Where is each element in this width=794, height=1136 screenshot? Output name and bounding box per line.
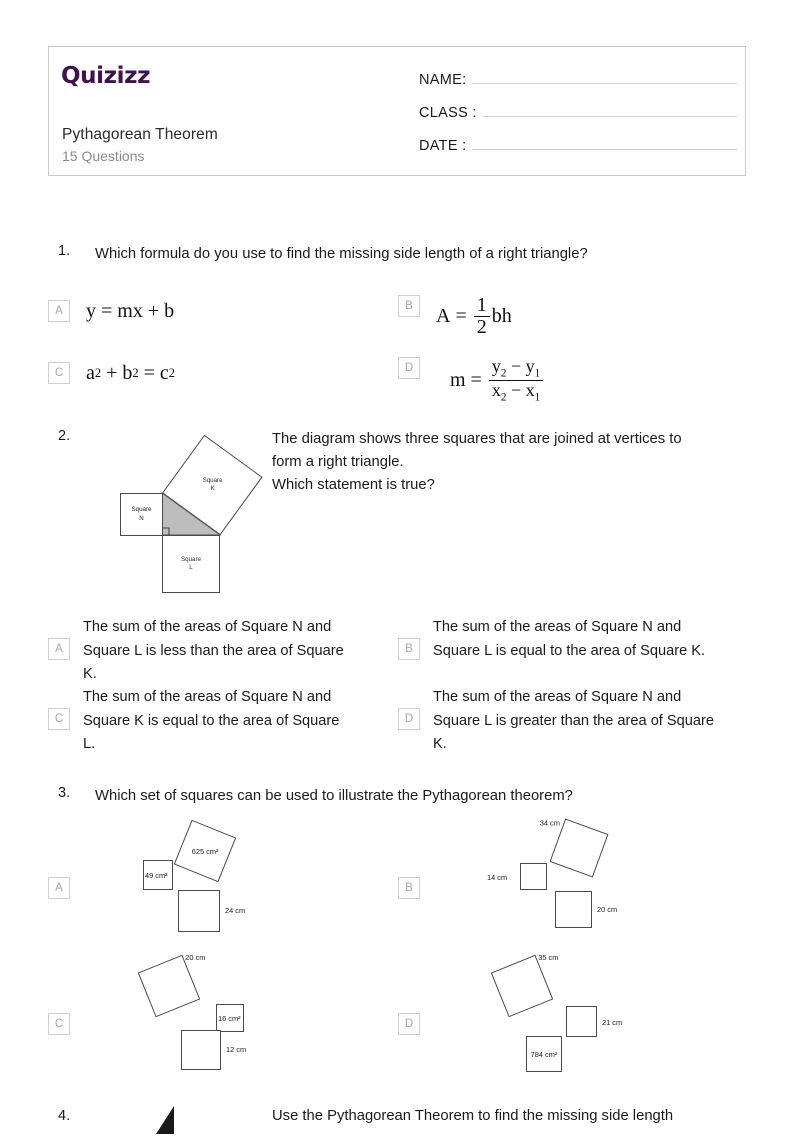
question-1-option-a[interactable]: A y = mx + b xyxy=(48,300,174,323)
name-field-label: NAME: xyxy=(419,72,467,88)
class-input[interactable] xyxy=(482,100,737,117)
option-b-small-square-label: 14 cm xyxy=(487,873,508,882)
option-letter-d: D xyxy=(398,1013,420,1035)
question-3-option-d[interactable]: D xyxy=(398,1013,420,1035)
class-field-label: CLASS : xyxy=(419,105,477,121)
option-b-bottom-square-label: 20 cm xyxy=(597,905,618,914)
question-2-number: 2. xyxy=(58,428,71,444)
question-4-prompt: Use the Pythagorean Theorem to find the … xyxy=(272,1108,674,1124)
option-c-text: The sum of the areas of Square N and Squ… xyxy=(83,689,340,752)
question-3-option-b[interactable]: B xyxy=(398,877,420,899)
quizizz-logo: Quizizz xyxy=(61,63,151,89)
question-3-option-a[interactable]: A xyxy=(48,877,70,899)
option-b-rotated-square: 34 cm xyxy=(540,818,609,878)
square-l-label: Square L xyxy=(181,555,201,571)
question-2-prompt: The diagram shows three squares that are… xyxy=(272,428,752,497)
option-b-small-square: 14 cm xyxy=(487,863,547,890)
option-letter-d: D xyxy=(398,357,420,379)
date-input[interactable] xyxy=(472,133,737,150)
name-field-row: NAME: xyxy=(419,67,737,100)
question-2-option-c[interactable]: C The sum of the areas of Square N and S… xyxy=(48,686,368,757)
date-field-row: DATE : xyxy=(419,133,737,166)
option-a-small-square-label: 49 cm² xyxy=(145,871,168,880)
option-a-text: The sum of the areas of Square N and Squ… xyxy=(83,619,344,682)
square-k-label: Square K xyxy=(202,476,223,493)
question-2-option-d[interactable]: D The sum of the areas of Square N and S… xyxy=(398,686,748,757)
question-4-number: 4. xyxy=(58,1108,71,1124)
question-3-option-c-diagram: 20 cm 16 cm² 12 cm xyxy=(93,953,258,1085)
question-3-number: 3. xyxy=(58,785,71,801)
square-n-label: Square N xyxy=(131,506,152,522)
option-letter-c: C xyxy=(48,1013,70,1035)
option-letter-a: A xyxy=(48,300,70,322)
option-a-bottom-square-label: 24 cm xyxy=(225,906,246,915)
option-letter-b: B xyxy=(398,638,420,660)
question-count: 15 Questions xyxy=(62,148,145,164)
page-title: Pythagorean Theorem xyxy=(62,126,218,143)
option-d-text: The sum of the areas of Square N and Squ… xyxy=(433,689,714,752)
student-info-fields: NAME: CLASS : DATE : xyxy=(419,67,737,166)
option-a-rotated-square-label: 625 cm² xyxy=(191,846,219,856)
option-b-rotated-square-label: 34 cm xyxy=(539,818,560,828)
question-3-option-c[interactable]: C xyxy=(48,1013,70,1035)
option-d-bottom-square: 784 cm² xyxy=(526,1036,562,1072)
square-n: Square N xyxy=(120,493,163,536)
question-2-diagram: Square N Square L Square K xyxy=(112,425,272,593)
header-left: Quizizz Pythagorean Theorem 15 Questions xyxy=(61,47,401,175)
option-letter-c: C xyxy=(48,362,70,384)
option-letter-b: B xyxy=(398,295,420,317)
option-a-small-square: 49 cm² xyxy=(143,860,173,890)
option-d-rotated-square: 35 cm xyxy=(490,953,558,1018)
question-1-prompt: Which formula do you use to find the mis… xyxy=(95,246,588,262)
question-1-option-d[interactable]: D m = y2 − y1 x2 − x1 xyxy=(398,356,545,405)
question-4-triangle-figure xyxy=(156,1106,174,1134)
option-b-formula: A = 1 2 bh xyxy=(436,294,512,338)
option-b-text: The sum of the areas of Square N and Squ… xyxy=(433,619,706,659)
option-b-bottom-square: 20 cm xyxy=(555,891,617,928)
option-d-small-square-label: 21 cm xyxy=(602,1018,623,1027)
question-3-option-a-diagram: 49 cm² 625 cm² 24 cm xyxy=(93,819,253,950)
option-c-rotated-square: 20 cm xyxy=(137,953,205,1018)
option-c-small-square-label: 16 cm² xyxy=(218,1014,241,1023)
option-c-bottom-square-label: 12 cm xyxy=(226,1045,247,1054)
question-1-option-c[interactable]: C a2 + b2 = c2 xyxy=(48,362,175,385)
question-1-number: 1. xyxy=(58,243,71,259)
option-letter-b: B xyxy=(398,877,420,899)
question-2-prompt-line2: form a right triangle. xyxy=(272,454,404,470)
question-3-option-b-diagram: 14 cm 34 cm 20 cm xyxy=(438,818,617,950)
option-letter-c: C xyxy=(48,708,70,730)
question-2-option-a[interactable]: A The sum of the areas of Square N and S… xyxy=(48,616,368,687)
question-3-option-d-diagram: 35 cm 21 cm 784 cm² xyxy=(438,953,622,1085)
option-letter-a: A xyxy=(48,638,70,660)
question-2-prompt-line3: Which statement is true? xyxy=(272,477,435,493)
option-a-bottom-square: 24 cm xyxy=(178,890,245,932)
question-2-prompt-line1: The diagram shows three squares that are… xyxy=(272,431,682,447)
option-c-formula: a2 + b2 = c2 xyxy=(86,362,175,384)
date-field-label: DATE : xyxy=(419,138,467,154)
option-d-bottom-square-label: 784 cm² xyxy=(530,1049,558,1059)
option-letter-a: A xyxy=(48,877,70,899)
question-3-prompt: Which set of squares can be used to illu… xyxy=(95,788,573,804)
option-d-small-square: 21 cm xyxy=(566,1006,622,1037)
option-c-small-square: 16 cm² xyxy=(216,1004,244,1032)
name-input[interactable] xyxy=(472,67,737,84)
option-a-rotated-square: 625 cm² xyxy=(173,819,237,883)
worksheet-header: Quizizz Pythagorean Theorem 15 Questions… xyxy=(48,46,746,176)
option-a-formula: y = mx + b xyxy=(86,300,175,322)
class-field-row: CLASS : xyxy=(419,100,737,133)
square-l: Square L xyxy=(162,535,220,593)
option-d-rotated-square-label: 35 cm xyxy=(538,953,559,963)
option-d-formula: m = y2 − y1 x2 − x1 xyxy=(450,356,545,405)
question-2-option-b[interactable]: B The sum of the areas of Square N and S… xyxy=(398,616,748,663)
option-c-rotated-square-label: 20 cm xyxy=(185,953,206,963)
option-letter-d: D xyxy=(398,708,420,730)
option-c-bottom-square: 12 cm xyxy=(181,1030,246,1070)
question-1-option-b[interactable]: B A = 1 2 bh xyxy=(398,295,512,338)
